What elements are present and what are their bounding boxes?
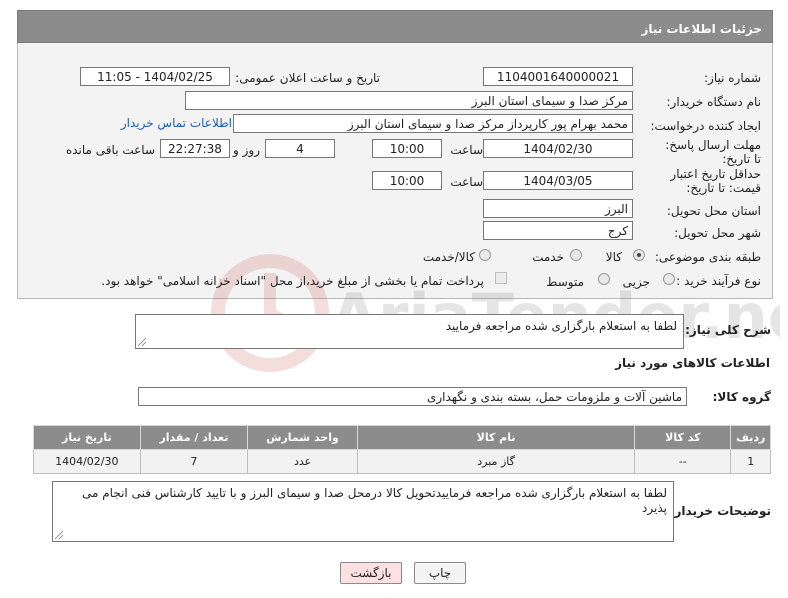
table-row: 1 -- گاز مبرد عدد 7 1404/02/30 [33,449,771,474]
col-qty-header: تعداد / مقدار [139,425,249,450]
cell-row: 1 [730,449,771,474]
category-service-label: خدمت [532,250,564,264]
goods-group-field: ماشین آلات و ملزومات حمل، بسته بندی و نگ… [138,387,687,406]
requester-field: محمد بهرام پور کارپرداز مرکز صدا و سیمای… [233,114,633,133]
cell-qty: 7 [139,449,249,474]
buyer-notes-label: توضیحات خریدار: [669,504,771,518]
cell-name: گاز مبرد [356,449,636,474]
delivery-city-label: شهر محل تحویل: [674,226,761,240]
remaining-days: 4 [265,139,335,158]
category-both-label: کالا/خدمت [422,250,475,264]
days-label: روز و [233,143,260,157]
back-button[interactable]: بازگشت [340,562,402,584]
goods-table: ردیف کد کالا نام کالا واحد شمارش تعداد /… [33,425,771,474]
cell-date: 1404/02/30 [33,449,141,474]
delivery-city-field: کرج [483,221,633,240]
price-validity-time: 10:00 [372,171,442,190]
resize-grip-icon[interactable] [55,531,63,539]
col-unit-header: واحد شمارش [247,425,358,450]
panel-title: جزئیات اطلاعات نیاز [641,22,762,36]
treasury-payment-note: پرداخت تمام یا بخشی از مبلغ خرید،از محل … [101,274,484,288]
reply-deadline-date: 1404/02/30 [483,139,633,158]
remaining-time: 22:27:38 [160,139,230,158]
price-time-label: ساعت [450,175,483,189]
resize-grip-icon[interactable] [138,338,146,346]
process-minor-label: جزیی [622,275,650,289]
delivery-province-field: البرز [483,199,633,218]
buyer-notes-textarea[interactable]: لطفا به استعلام بارگزاری شده مراجعه فرما… [52,481,674,542]
cell-code: -- [634,449,732,474]
buyer-contact-link[interactable]: اطلاعات تماس خریدار [121,116,232,130]
buyer-notes-text: لطفا به استعلام بارگزاری شده مراجعه فرما… [82,486,667,515]
reply-time-label: ساعت [450,143,483,157]
description-textarea[interactable]: لطفا به استعلام بارگزاری شده مراجعه فرما… [135,314,684,349]
category-goods-label: کالا [605,250,622,264]
col-name-header: نام کالا [356,425,636,450]
treasury-payment-checkbox[interactable] [495,272,507,284]
process-minor-radio[interactable] [663,273,675,285]
goods-section-title: اطلاعات کالاهای مورد نیاز [615,356,770,370]
category-both-radio[interactable] [479,249,491,261]
description-label: شرح کلی نیاز: [685,323,771,337]
price-validity-label: حداقل تاریخ اعتبار قیمت: تا تاریخ: [670,167,761,195]
col-code-header: کد کالا [634,425,732,450]
category-label: طبقه بندی موضوعی: [654,250,761,264]
goods-group-label: گروه کالا: [712,390,771,404]
col-date-header: تاریخ نیاز [33,425,141,450]
buyer-org-field: مرکز صدا و سیمای استان البرز [185,91,633,110]
buyer-org-label: نام دستگاه خریدار: [666,95,762,109]
cell-unit: عدد [247,449,358,474]
delivery-province-label: استان محل تحویل: [666,204,761,218]
price-validity-date: 1404/03/05 [483,171,633,190]
remaining-label: ساعت باقی مانده [65,143,155,157]
panel-header: جزئیات اطلاعات نیاز [17,10,773,43]
description-text: لطفا به استعلام بارگزاری شده مراجعه فرما… [445,319,677,333]
need-number-field: 1104001640000021 [483,67,633,86]
announce-datetime-field: 1404/02/25 - 11:05 [80,67,230,86]
category-service-radio[interactable] [570,249,582,261]
print-button[interactable]: چاپ [414,562,466,584]
process-medium-radio[interactable] [598,273,610,285]
announce-datetime-label: تاریخ و ساعت اعلان عمومی: [235,71,380,85]
reply-deadline-time: 10:00 [372,139,442,158]
requester-label: ایجاد کننده درخواست: [650,119,761,133]
table-header-row: ردیف کد کالا نام کالا واحد شمارش تعداد /… [33,425,771,450]
col-row-header: ردیف [730,425,771,450]
need-number-label: شماره نیاز: [704,71,761,85]
category-goods-radio[interactable] [633,249,645,261]
process-type-label: نوع فرآیند خرید : [676,274,761,288]
reply-deadline-label: مهلت ارسال پاسخ: تا تاریخ: [665,138,761,166]
process-medium-label: متوسط [546,275,584,289]
